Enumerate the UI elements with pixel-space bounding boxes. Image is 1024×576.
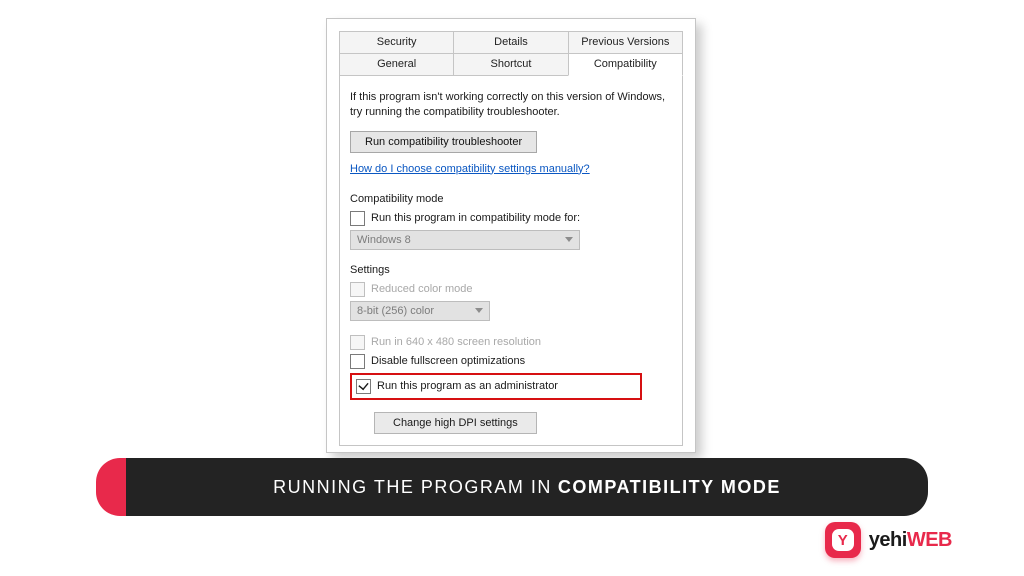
tab-details[interactable]: Details	[453, 31, 568, 53]
brand-logo-letter: Y	[832, 529, 854, 551]
properties-dialog: Security Details Previous Versions Gener…	[326, 18, 696, 453]
compat-mode-checkbox[interactable]	[350, 211, 365, 226]
run-troubleshooter-button[interactable]: Run compatibility troubleshooter	[350, 131, 537, 153]
tab-strip: Security Details Previous Versions Gener…	[339, 31, 683, 76]
reduced-color-row: Reduced color mode	[350, 282, 672, 297]
compat-mode-os-value: Windows 8	[357, 234, 411, 246]
chevron-down-icon	[475, 308, 483, 313]
brand-badge: Y yehiWEB	[825, 522, 952, 558]
compat-mode-checkbox-label: Run this program in compatibility mode f…	[371, 212, 580, 224]
color-depth-value: 8-bit (256) color	[357, 305, 434, 317]
tab-security[interactable]: Security	[339, 31, 454, 53]
settings-group-label: Settings	[350, 264, 672, 276]
compat-mode-os-dropdown[interactable]: Windows 8	[350, 230, 580, 250]
intro-text: If this program isn't working correctly …	[350, 90, 672, 121]
tab-general[interactable]: General	[339, 53, 454, 76]
tab-shortcut[interactable]: Shortcut	[453, 53, 568, 76]
disable-fullscreen-label: Disable fullscreen optimizations	[371, 355, 525, 367]
run-as-admin-highlight: Run this program as an administrator	[350, 373, 642, 400]
disable-fullscreen-checkbox[interactable]	[350, 354, 365, 369]
change-high-dpi-button[interactable]: Change high DPI settings	[374, 412, 537, 434]
caption-banner: RUNNING THE PROGRAM IN COMPATIBILITY MOD…	[96, 458, 928, 516]
compat-mode-group-label: Compatibility mode	[350, 193, 672, 205]
manual-settings-help-link[interactable]: How do I choose compatibility settings m…	[350, 163, 590, 175]
reduced-color-label: Reduced color mode	[371, 283, 473, 295]
run-as-admin-checkbox[interactable]	[356, 379, 371, 394]
reduced-color-checkbox[interactable]	[350, 282, 365, 297]
brand-name-part-b: WEB	[907, 529, 952, 551]
caption-text-strong: COMPATIBILITY MODE	[558, 477, 781, 498]
brand-name: yehiWEB	[869, 529, 952, 552]
caption-accent	[96, 458, 126, 516]
tab-previous-versions[interactable]: Previous Versions	[568, 31, 683, 53]
caption-body: RUNNING THE PROGRAM IN COMPATIBILITY MOD…	[126, 458, 928, 516]
compat-mode-checkbox-row: Run this program in compatibility mode f…	[350, 211, 672, 226]
tab-row-lower: General Shortcut Compatibility	[339, 53, 683, 76]
disable-fullscreen-row: Disable fullscreen optimizations	[350, 354, 672, 369]
brand-logo-icon: Y	[825, 522, 861, 558]
low-res-checkbox[interactable]	[350, 335, 365, 350]
caption-text-pre: RUNNING THE PROGRAM IN	[273, 477, 552, 498]
tab-row-upper: Security Details Previous Versions	[339, 31, 683, 53]
chevron-down-icon	[565, 237, 573, 242]
tab-panel-compatibility: If this program isn't working correctly …	[339, 76, 683, 446]
color-depth-dropdown[interactable]: 8-bit (256) color	[350, 301, 490, 321]
run-as-admin-label: Run this program as an administrator	[377, 380, 558, 392]
brand-name-part-a: yehi	[869, 529, 907, 551]
tab-compatibility[interactable]: Compatibility	[568, 53, 683, 76]
low-res-label: Run in 640 x 480 screen resolution	[371, 336, 541, 348]
low-res-row: Run in 640 x 480 screen resolution	[350, 335, 672, 350]
